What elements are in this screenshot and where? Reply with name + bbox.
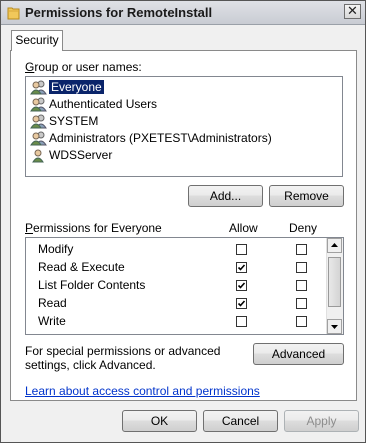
window-title: Permissions for RemoteInstall <box>25 5 213 20</box>
list-item[interactable]: Everyone <box>29 79 107 96</box>
permission-name: List Folder Contents <box>38 278 146 292</box>
list-item[interactable]: WDSServer <box>29 147 115 164</box>
list-item[interactable]: SYSTEM <box>29 113 101 130</box>
permissions-label: Permissions for Everyone <box>25 221 162 235</box>
group-user-listbox[interactable]: Everyone Authenticated Users SYSTEM Admi… <box>25 76 343 177</box>
deny-checkbox[interactable] <box>296 316 307 327</box>
deny-checkbox[interactable] <box>296 262 307 273</box>
close-icon: ✕ <box>347 3 358 18</box>
ok-button[interactable]: OK <box>122 410 197 432</box>
table-row: Read <box>26 295 324 313</box>
list-item-label: WDSServer <box>49 148 113 162</box>
permission-name: Read & Execute <box>38 260 125 274</box>
scroll-down-button[interactable] <box>327 319 342 334</box>
deny-column-header: Deny <box>289 221 318 235</box>
permission-name: Write <box>38 314 66 328</box>
permission-name: Read <box>38 296 67 310</box>
arrow-down-icon <box>331 325 338 329</box>
group-list-label: Group or user names: <box>25 60 142 74</box>
list-item[interactable]: Administrators (PXETEST\Administrators) <box>29 130 275 147</box>
folder-icon <box>7 5 20 20</box>
checkmark-icon <box>237 300 246 307</box>
remove-button[interactable]: Remove <box>269 185 344 207</box>
tab-security[interactable]: Security <box>11 30 63 51</box>
list-item-label: Authenticated Users <box>49 97 158 111</box>
permissions-scrollbar[interactable] <box>326 238 343 334</box>
cancel-button[interactable]: Cancel <box>203 410 278 432</box>
permissions-list[interactable]: Modify Read & Execute List Folder Conten… <box>25 237 344 335</box>
advanced-button[interactable]: Advanced <box>253 343 344 365</box>
allow-checkbox[interactable] <box>236 298 247 309</box>
users-group-icon <box>30 97 47 112</box>
add-button[interactable]: Add... <box>188 185 263 207</box>
permissions-dialog: Permissions for RemoteInstall ✕ Security… <box>0 0 366 443</box>
deny-checkbox[interactable] <box>296 280 307 291</box>
table-row: Modify <box>26 241 324 259</box>
allow-checkbox[interactable] <box>236 280 247 291</box>
scroll-thumb[interactable] <box>328 257 341 307</box>
permission-name: Modify <box>38 242 74 256</box>
list-item-label: Administrators (PXETEST\Administrators) <box>49 131 272 145</box>
title-bar[interactable]: Permissions for RemoteInstall ✕ <box>1 1 365 25</box>
deny-checkbox[interactable] <box>296 244 307 255</box>
scroll-up-button[interactable] <box>327 238 342 253</box>
deny-checkbox[interactable] <box>296 298 307 309</box>
list-item[interactable]: Authenticated Users <box>29 96 160 113</box>
user-icon <box>30 148 47 163</box>
allow-checkbox[interactable] <box>236 244 247 255</box>
apply-button[interactable]: Apply <box>284 410 359 432</box>
list-item-label: Everyone <box>48 79 105 95</box>
list-item-label: SYSTEM <box>49 114 99 128</box>
allow-checkbox[interactable] <box>236 262 247 273</box>
allow-checkbox[interactable] <box>236 316 247 327</box>
users-group-icon <box>30 80 47 95</box>
table-row: Read & Execute <box>26 259 324 277</box>
table-row: List Folder Contents <box>26 277 324 295</box>
checkmark-icon <box>237 264 246 271</box>
close-button[interactable]: ✕ <box>344 4 361 19</box>
learn-more-link[interactable]: Learn about access control and permissio… <box>25 384 260 398</box>
users-group-icon <box>30 114 47 129</box>
allow-column-header: Allow <box>229 221 258 235</box>
advanced-description: For special permissions or advanced sett… <box>25 344 221 372</box>
arrow-up-icon <box>331 243 338 247</box>
users-group-icon <box>30 131 47 146</box>
checkmark-icon <box>237 282 246 289</box>
table-row: Write <box>26 313 324 331</box>
